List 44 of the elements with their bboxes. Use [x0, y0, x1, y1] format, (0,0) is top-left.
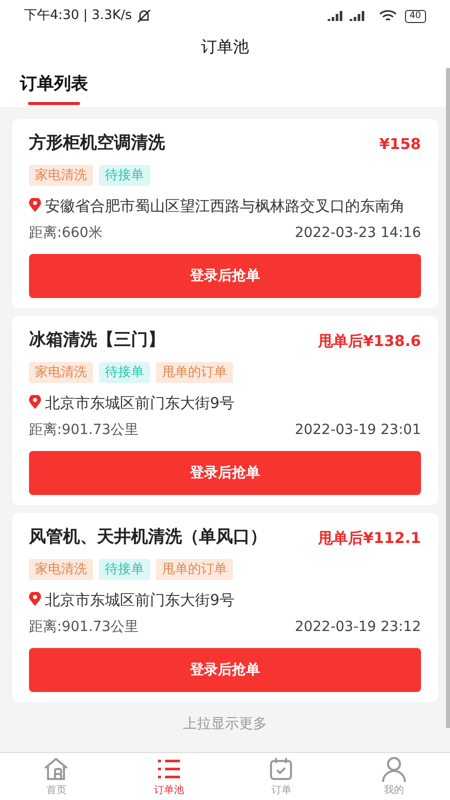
- order-tag: 待接单: [99, 362, 150, 383]
- order-address: 北京市东城区前门东大街9号: [45, 590, 235, 611]
- separator: |: [83, 7, 88, 26]
- order-time: 2022-03-19 23:12: [294, 618, 421, 637]
- location-pin-icon: [29, 395, 41, 409]
- page-title: 订单池: [201, 36, 249, 58]
- nav-tab[interactable]: 订单: [225, 753, 338, 800]
- order-time: 2022-03-23 14:16: [294, 224, 421, 243]
- order-price: 甩单后¥138.6: [318, 330, 421, 352]
- order-title: 方形柜机空调清洗: [29, 132, 165, 155]
- grab-order-button[interactable]: 登录后抢单: [29, 254, 421, 298]
- order-tag: 甩单的订单: [156, 362, 233, 383]
- location-pin-icon: [29, 198, 41, 212]
- order-distance: 距离:901.73公里: [29, 618, 139, 637]
- battery-icon: 40: [404, 10, 426, 22]
- load-more-text: 上拉显示更多: [183, 715, 267, 734]
- user-icon: [380, 755, 408, 783]
- tab[interactable]: 订单列表: [20, 72, 88, 107]
- order-tag: 家电清洗: [29, 558, 93, 580]
- order-distance: 距离:901.73公里: [29, 421, 139, 440]
- order-price: 甩单后¥112.1: [318, 528, 421, 548]
- nav-tab[interactable]: 我的: [338, 753, 450, 800]
- order-time: 2022-03-19 23:01: [294, 421, 421, 440]
- location-pin-icon: [29, 592, 41, 606]
- status-time: 下午4:30: [24, 7, 80, 26]
- order-tag: 家电清洗: [29, 164, 93, 186]
- network-speed: 3.3K/s: [92, 7, 132, 26]
- order-distance: 距离:660米: [29, 224, 102, 243]
- home-icon: [42, 755, 70, 783]
- grab-order-button[interactable]: 登录后抢单: [29, 648, 421, 692]
- order-tag: 待接单: [99, 164, 150, 186]
- nav-tab[interactable]: 订单池: [112, 753, 225, 800]
- order-title: 冰箱清洗【三门】: [29, 329, 165, 352]
- bell-off-icon: [136, 9, 152, 23]
- wifi-icon: [378, 10, 397, 22]
- order-tag: 甩单的订单: [156, 558, 233, 580]
- order-title: 风管机、天井机清洗（单风口）: [29, 526, 267, 549]
- order-tag: 待接单: [99, 558, 150, 580]
- grab-order-button[interactable]: 登录后抢单: [29, 451, 421, 495]
- nav-tab[interactable]: 首页: [0, 753, 112, 800]
- order-tag: 家电清洗: [29, 362, 93, 383]
- order-address: 安徽省合肥市蜀山区望江西路与枫林路交叉口的东南角: [45, 196, 405, 217]
- order-price: ¥158: [379, 134, 421, 154]
- order-address: 北京市东城区前门东大街9号: [45, 393, 235, 414]
